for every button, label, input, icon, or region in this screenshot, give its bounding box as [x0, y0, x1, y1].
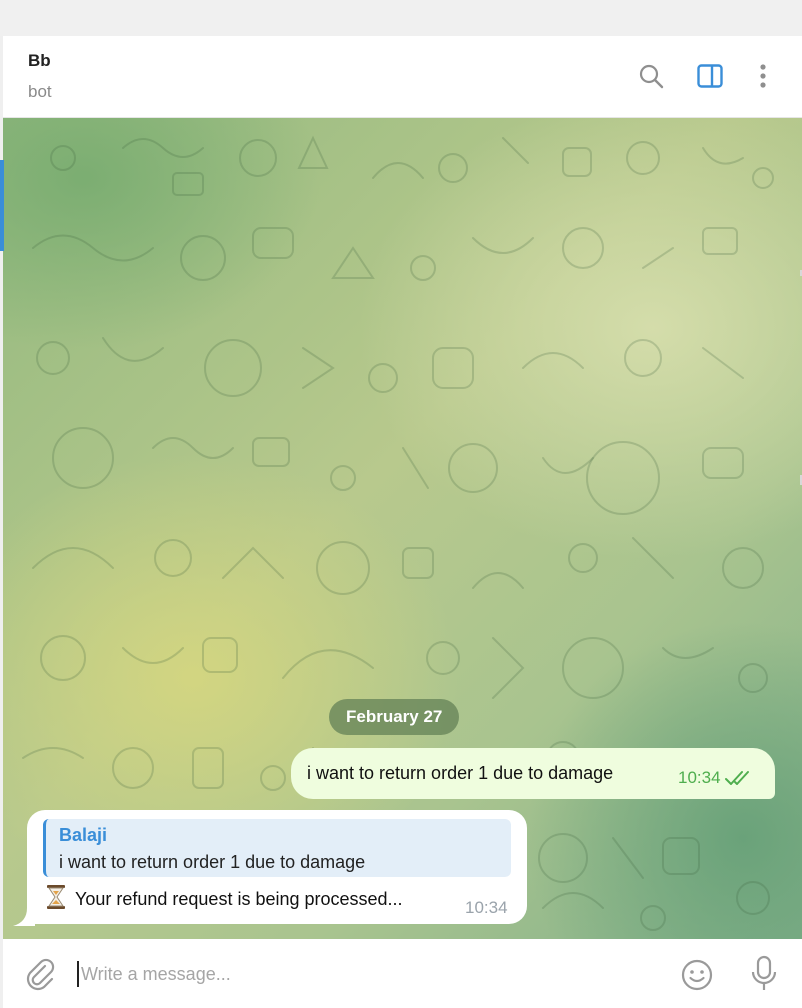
message-text: Your refund request is being processed..… — [75, 889, 403, 909]
chat-window: Bb bot February 27 i want to return orde… — [3, 36, 802, 1008]
chat-subtitle: bot — [28, 82, 52, 101]
sidebar-toggle-icon[interactable] — [695, 61, 725, 91]
date-separator: February 27 — [329, 699, 460, 735]
incoming-message[interactable]: Balaji i want to return order 1 due to d… — [27, 810, 527, 924]
message-time: 10:34 — [465, 898, 508, 917]
message-text: i want to return order 1 due to damage — [307, 763, 614, 783]
emoji-icon[interactable] — [680, 958, 714, 992]
window-top-strip — [0, 0, 802, 36]
microphone-icon[interactable] — [748, 955, 780, 993]
message-time: 10:34 — [678, 768, 721, 787]
message-composer — [3, 939, 802, 1008]
paperclip-icon[interactable] — [23, 957, 57, 991]
chat-header: Bb bot — [3, 36, 802, 118]
search-icon[interactable] — [636, 61, 666, 91]
active-chat-indicator — [0, 160, 4, 251]
message-body: Your refund request is being processed..… — [45, 884, 403, 915]
chat-title[interactable]: Bb — [28, 51, 51, 71]
outgoing-message[interactable]: i want to return order 1 due to damage 1… — [291, 748, 775, 799]
hourglass-icon — [45, 884, 67, 915]
double-check-icon — [725, 770, 753, 791]
reply-text: i want to return order 1 due to damage — [59, 852, 366, 872]
chat-history[interactable]: February 27 i want to return order 1 due… — [3, 118, 802, 939]
reply-author: Balaji — [59, 825, 108, 845]
reply-quote[interactable]: Balaji i want to return order 1 due to d… — [43, 819, 511, 877]
more-vertical-icon[interactable] — [748, 61, 778, 91]
message-input[interactable] — [81, 955, 641, 993]
text-caret — [77, 961, 79, 987]
